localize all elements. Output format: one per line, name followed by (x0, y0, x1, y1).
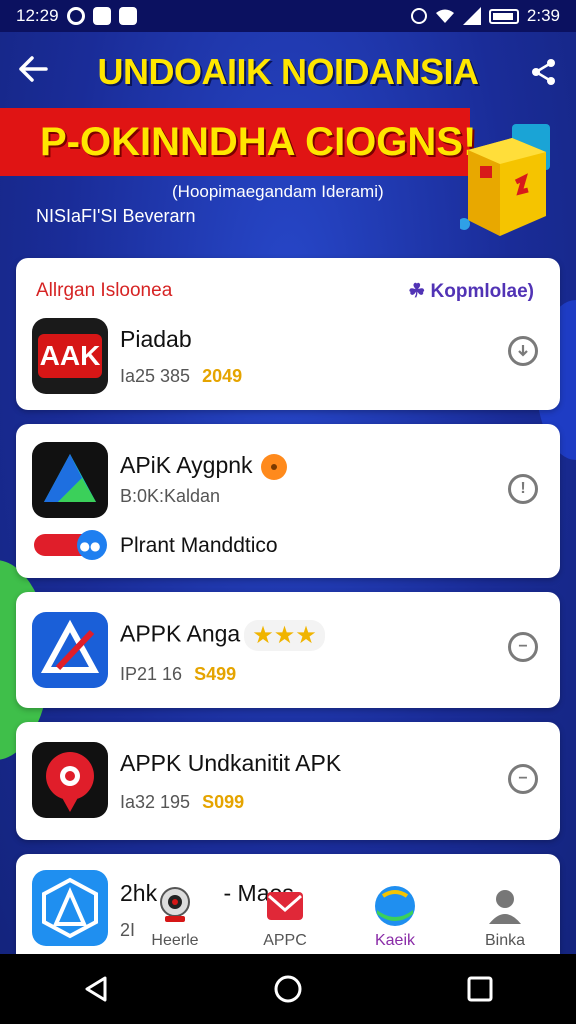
app-icon (32, 612, 108, 688)
notification-icon (118, 7, 137, 25)
app-name: APPK Undkanitit APK (120, 750, 342, 776)
globe-icon (375, 886, 415, 926)
share-button[interactable] (514, 58, 558, 86)
info-button[interactable]: ! (508, 474, 538, 504)
app-name-text: APiK Aygpnk (120, 452, 253, 478)
app-icon (32, 870, 108, 946)
banner-title: P-OKINNDHA CIOGNS! (40, 119, 477, 164)
app-list-item[interactable]: AAK Piadab Ia25 385 2049 (16, 316, 560, 396)
svg-text:●●: ●● (80, 539, 101, 553)
section-title: Allrgan Isloonea (36, 280, 173, 301)
status-time-right: 2:39 (526, 6, 560, 25)
recents-square-icon[interactable] (465, 974, 495, 1004)
verified-badge-icon (260, 453, 287, 480)
exclamation-icon: ! (520, 480, 526, 497)
share-icon (532, 59, 555, 85)
signal-icon (462, 7, 481, 25)
app-name: Piadab (120, 326, 192, 352)
promo-banner[interactable]: P-OKINNDHA CIOGNS! (0, 108, 476, 176)
app-name-text: APPK Anga (120, 620, 241, 647)
more-button[interactable]: − (508, 764, 538, 794)
app-name: APPK Anga ★★★ (120, 620, 325, 651)
app-icon: AAK (32, 318, 108, 394)
more-button[interactable]: − (508, 632, 538, 662)
bottom-navigation: Heerle APPC Kaeik Binka (120, 870, 560, 950)
app-header: UNDOAIIK NOIDANSIA (0, 32, 576, 112)
app-icon-graphic (46, 752, 94, 812)
notification-icon (66, 7, 85, 25)
app-meta-text: Ia25 385 (120, 366, 191, 386)
download-button[interactable] (508, 336, 538, 366)
minus-icon: − (518, 638, 528, 655)
person-icon (489, 890, 521, 924)
app-list-item[interactable]: APPK Undkanitit APK Ia32 195 S099 − (16, 742, 560, 822)
page-title: UNDOAIIK NOIDANSIA (97, 51, 479, 92)
app-icon-graphic (42, 877, 98, 939)
toggle-switch[interactable]: ●● (34, 530, 120, 560)
wifi-icon (435, 9, 454, 23)
app-icon (32, 442, 108, 518)
download-icon (518, 345, 528, 357)
app-list-item[interactable]: APPK Anga ★★★ IР21 16 S499 − (16, 612, 560, 692)
promo-text: Plrant Manddtico (120, 534, 278, 557)
app-meta-text: IР21 16 (120, 664, 183, 684)
home-circle-icon[interactable] (273, 974, 303, 1004)
mail-icon (267, 892, 303, 920)
app-meta-highlight: S499 (194, 664, 237, 684)
app-icon-graphic (40, 619, 100, 673)
camera-icon (160, 887, 190, 922)
nav-label: Kaeik (374, 932, 416, 949)
banner-subtitle-secondary: NISIaFI'SI Beverarn (36, 206, 196, 226)
app-meta-text: Ia32 195 (120, 792, 191, 812)
minus-icon: − (518, 770, 528, 787)
app-meta-highlight: S099 (202, 792, 245, 812)
battery-icon (488, 8, 519, 24)
alarm-icon (410, 8, 427, 24)
app-list-card: Allrgan Isloonea ☘ Kopmlolae) AAK Piadab… (16, 258, 560, 410)
gift-box-icon (460, 124, 550, 236)
nav-label: APPC (263, 932, 307, 949)
section-link[interactable]: ☘ Kopmlolae) (408, 280, 534, 303)
back-triangle-icon[interactable] (81, 974, 111, 1004)
app-name: APiK Aygpnk (120, 452, 287, 480)
nav-item-explore[interactable]: Kaeik (345, 884, 445, 950)
nav-label: Binka (484, 932, 526, 949)
app-list-item[interactable]: APiK Aygpnk B:0K:Kaldan ! (16, 442, 560, 522)
back-button[interactable] (18, 53, 62, 91)
app-meta: IР21 16 S499 (120, 664, 236, 685)
app-icon-graphic (44, 454, 96, 502)
app-meta-highlight: 2049 (202, 366, 243, 386)
notification-icon (92, 7, 111, 25)
app-list-card: APPK Undkanitit APK Ia32 195 S099 − (16, 722, 560, 840)
app-meta: Ia32 195 S099 (120, 792, 244, 813)
app-icon-label: AAK (38, 334, 102, 378)
nav-item-apps[interactable]: APPC (235, 884, 335, 950)
app-list-card: APiK Aygpnk B:0K:Kaldan ! ●● Plrant Mand… (16, 424, 560, 578)
app-meta: Ia25 385 2049 (120, 366, 242, 387)
arrow-left-icon (19, 56, 48, 82)
app-icon (32, 742, 108, 818)
app-list-card: APPK Anga ★★★ IР21 16 S499 − (16, 592, 560, 708)
status-time: 12:29 (16, 6, 59, 25)
status-bar: 12:29 2:39 (0, 0, 576, 32)
nav-item-profile[interactable]: Binka (455, 884, 555, 950)
app-meta: B:0K:Kaldan (120, 486, 221, 506)
nav-label: Heerle (151, 932, 199, 949)
banner-subtitle: (Hoopimaegandam Iderami) (172, 182, 384, 201)
rating-stars: ★★★ (244, 620, 325, 651)
nav-item-home[interactable]: Heerle (125, 884, 225, 950)
system-navigation-bar (0, 954, 576, 1024)
